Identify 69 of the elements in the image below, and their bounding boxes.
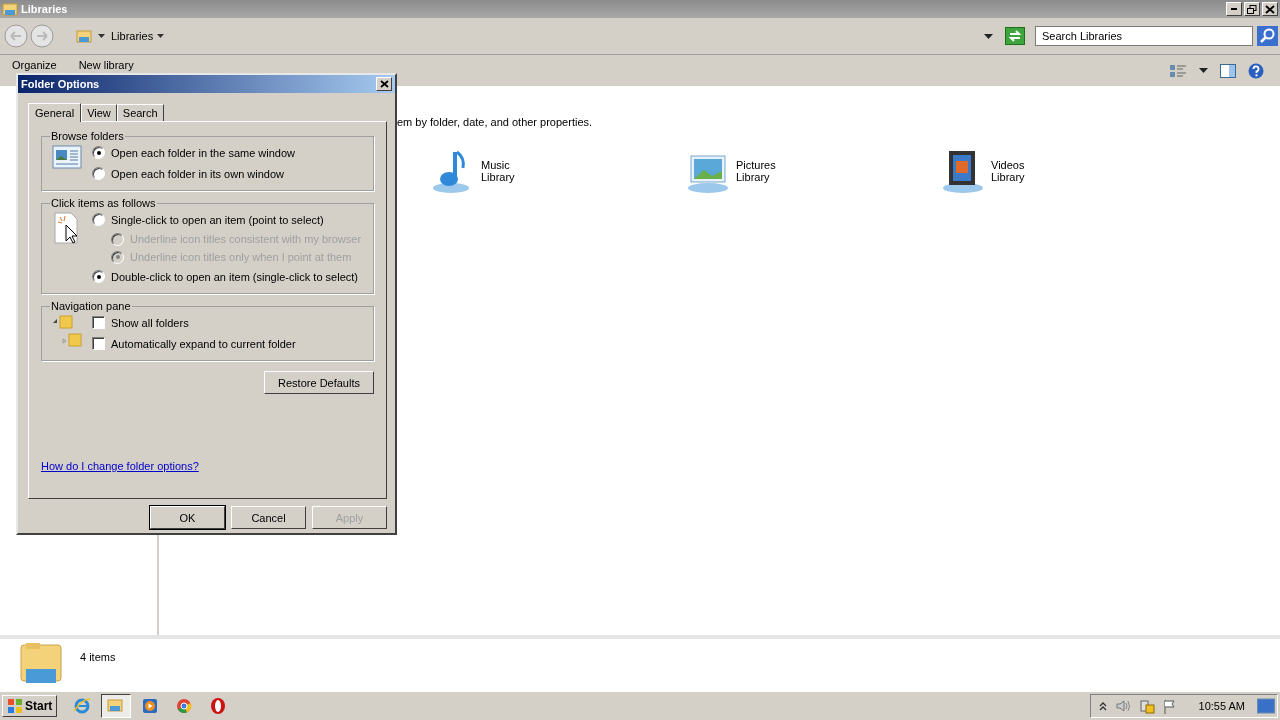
help-link[interactable]: How do I change folder options? [41,460,199,472]
taskbar-app[interactable] [101,694,132,718]
description-text: em by folder, date, and other properties. [397,116,594,128]
option-label[interactable]: Open each folder in its own window [111,167,285,180]
window-icon [52,144,82,170]
radio-button[interactable] [92,167,105,180]
dialog-button[interactable]: OK [150,506,225,529]
group-title: Browse folders [50,130,125,142]
group-title: Navigation pane [50,300,132,312]
caret-icon [157,34,165,38]
option-label[interactable]: Double-click to open an item (single-click to select) [111,270,358,283]
caret-icon [98,34,105,38]
folder-icon [18,641,64,685]
ring-icon [209,697,228,715]
flag-icon[interactable] [1162,698,1177,714]
organize-menu[interactable]: Organize [12,59,57,71]
pointer-icon [52,211,80,245]
checkbox[interactable] [92,337,105,350]
dialog-title: Folder Options [21,78,101,90]
option-label[interactable]: Single-click to open an item (point to select) [111,213,324,226]
library-label[interactable]: Library [736,171,776,183]
close-icon [1265,4,1275,14]
refresh-button[interactable] [1005,27,1025,45]
dialog-button[interactable]: Cancel [231,506,306,529]
option-label[interactable]: Open each folder in the same window [111,146,296,159]
minimize-button[interactable] [1226,2,1242,16]
folder-icon [2,1,18,17]
item-count: 4 items [80,651,116,663]
new-library-button[interactable]: New library [78,59,134,71]
help-icon[interactable] [1248,62,1264,79]
radio-button[interactable] [92,270,105,283]
dropdown-icon [984,33,993,39]
windows-logo-icon [7,698,23,714]
chevron-up-icon[interactable] [1098,701,1107,711]
breadcrumb[interactable]: Libraries [111,30,154,42]
start-button[interactable]: Start [2,695,58,717]
library-label[interactable]: Library [481,171,515,183]
window-title: Libraries [21,3,69,15]
address-bar[interactable]: Libraries [74,26,1001,46]
close-icon [379,80,389,88]
group-title: Click items as follows [50,197,157,209]
close-button[interactable] [1262,2,1278,16]
search-icon[interactable] [1257,26,1278,46]
play-icon [141,697,160,715]
minimize-icon [1231,8,1237,10]
checkbox[interactable] [92,316,105,329]
library-name[interactable]: Pictures [736,159,776,171]
tab[interactable]: View [81,104,117,121]
search-field[interactable]: Search Libraries [1035,26,1253,46]
restore-defaults-button[interactable]: Restore Defaults [264,371,374,394]
option-label[interactable]: Show all folders [111,316,189,329]
library-label[interactable]: Library [991,171,1025,183]
library-name[interactable]: Videos [991,159,1025,171]
maximize-button[interactable] [1244,2,1260,16]
caret-icon[interactable] [1199,68,1208,73]
close-button[interactable] [376,77,392,91]
browser-e-icon [73,697,92,715]
library-name[interactable]: Music [481,159,515,171]
option-label[interactable]: Automatically expand to current folder [111,337,296,350]
radio-button[interactable] [92,213,105,226]
tab[interactable]: General [28,103,82,122]
radio-button[interactable] [92,146,105,159]
clock[interactable]: 10:55 AM [1198,700,1245,712]
tab[interactable]: Search [116,104,164,121]
preview-pane-icon[interactable] [1220,63,1236,78]
folder-icon [107,697,126,715]
restore-icon [1247,4,1257,14]
folder-icon [76,28,92,44]
chrome-ball-icon [175,697,194,715]
